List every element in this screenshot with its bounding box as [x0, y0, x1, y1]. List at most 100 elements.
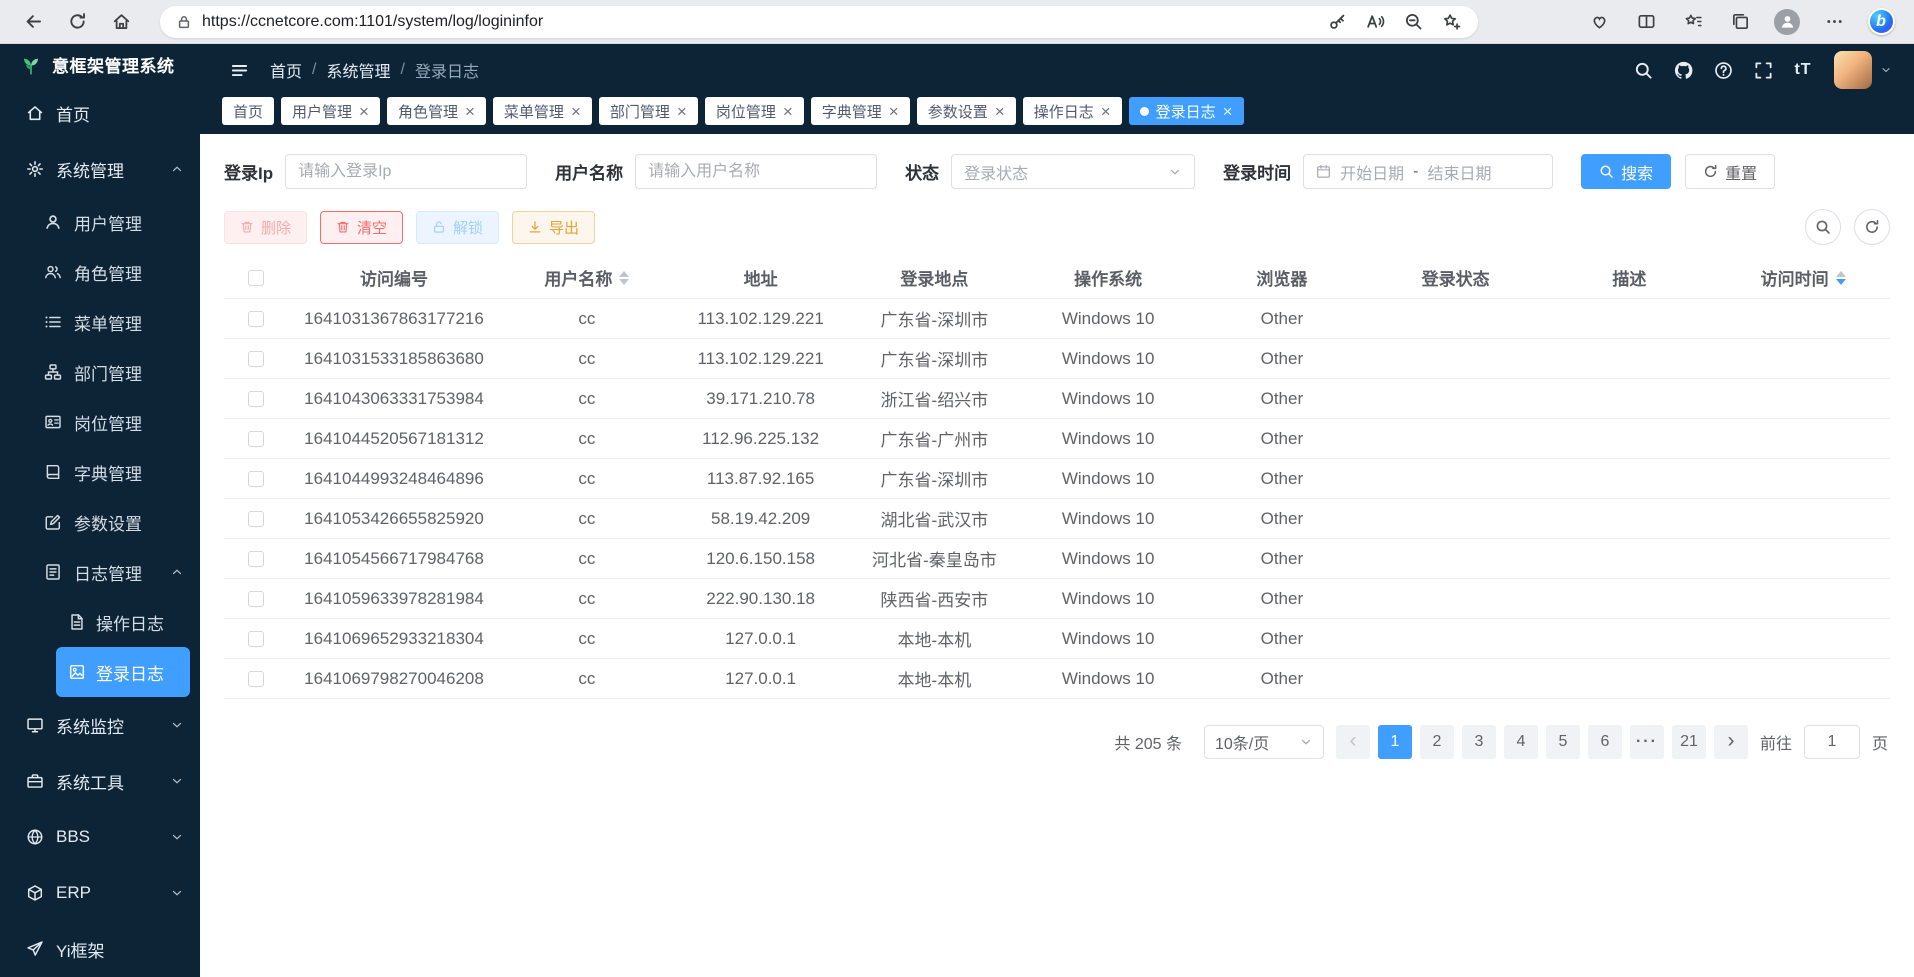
- sort-carets-icon[interactable]: [619, 271, 629, 285]
- github-icon[interactable]: [1666, 53, 1700, 87]
- unlock-button[interactable]: 解锁: [416, 211, 499, 244]
- sidebar-item-login-log[interactable]: 登录日志: [56, 647, 190, 697]
- profile-avatar[interactable]: [1770, 5, 1804, 39]
- tab-close-icon[interactable]: ×: [783, 103, 793, 120]
- tab-item-0[interactable]: 首页: [222, 97, 274, 125]
- tab-close-icon[interactable]: ×: [1101, 103, 1111, 120]
- reset-button[interactable]: 重置: [1685, 154, 1775, 189]
- sidebar-item-system-monitor[interactable]: 系统监控: [0, 697, 200, 753]
- tab-item-2[interactable]: 角色管理×: [387, 97, 486, 125]
- zoom-out-icon[interactable]: [1398, 7, 1428, 37]
- row-checkbox[interactable]: [248, 511, 264, 527]
- pager-page-6[interactable]: 6: [1588, 725, 1622, 759]
- tab-item-6[interactable]: 字典管理×: [811, 97, 910, 125]
- help-icon[interactable]: [1706, 53, 1740, 87]
- refresh-button[interactable]: [60, 5, 94, 39]
- sidebar-item-menu-mgmt[interactable]: 菜单管理: [0, 297, 200, 347]
- sidebar-item-dict-mgmt[interactable]: 字典管理: [0, 447, 200, 497]
- toggle-search-button[interactable]: [1805, 209, 1841, 245]
- sidebar-item-param-settings[interactable]: 参数设置: [0, 497, 200, 547]
- row-checkbox[interactable]: [248, 351, 264, 367]
- font-size-icon[interactable]: tT: [1786, 53, 1820, 87]
- row-checkbox[interactable]: [248, 391, 264, 407]
- sidebar-item-system-mgmt[interactable]: 系统管理: [0, 141, 200, 197]
- sidebar-item-dept-mgmt[interactable]: 部门管理: [0, 347, 200, 397]
- breadcrumb-system-mgmt[interactable]: 系统管理: [326, 58, 390, 82]
- fullscreen-icon[interactable]: [1746, 53, 1780, 87]
- select-all-checkbox[interactable]: [248, 270, 264, 286]
- search-button[interactable]: 搜索: [1581, 154, 1671, 189]
- pager-page-4[interactable]: 4: [1504, 725, 1538, 759]
- sidebar-item-bbs[interactable]: BBS: [0, 809, 200, 865]
- breadcrumb-home[interactable]: 首页: [270, 58, 302, 82]
- sort-carets-icon[interactable]: [1836, 271, 1846, 285]
- pager-page-21[interactable]: 21: [1672, 725, 1706, 759]
- user-avatar[interactable]: [1834, 51, 1872, 89]
- favorites-icon[interactable]: [1676, 5, 1710, 39]
- pager-page-3[interactable]: 3: [1462, 725, 1496, 759]
- sidebar-toggle-icon[interactable]: [222, 53, 256, 87]
- username-input[interactable]: [635, 154, 877, 189]
- sidebar-item-post-mgmt[interactable]: 岗位管理: [0, 397, 200, 447]
- pager-page-1[interactable]: 1: [1378, 725, 1412, 759]
- tab-item-1[interactable]: 用户管理×: [281, 97, 380, 125]
- sidebar-item-role-mgmt[interactable]: 角色管理: [0, 247, 200, 297]
- sidebar-item-yi-framework[interactable]: Yi框架: [0, 921, 200, 977]
- sidebar-item-operation-log[interactable]: 操作日志: [56, 597, 190, 647]
- pager-more-icon[interactable]: ···: [1630, 725, 1664, 759]
- export-button[interactable]: 导出: [512, 211, 595, 244]
- goto-input[interactable]: [1804, 725, 1860, 759]
- row-checkbox[interactable]: [248, 671, 264, 687]
- read-aloud-icon[interactable]: [1360, 7, 1390, 37]
- column-header[interactable]: 访问时间: [1716, 265, 1890, 290]
- pager-page-5[interactable]: 5: [1546, 725, 1580, 759]
- tab-item-3[interactable]: 菜单管理×: [493, 97, 592, 125]
- sidebar-item-system-tools[interactable]: 系统工具: [0, 753, 200, 809]
- row-checkbox[interactable]: [248, 631, 264, 647]
- browser-menu-icon[interactable]: [1817, 5, 1851, 39]
- sidebar-item-erp[interactable]: ERP: [0, 865, 200, 921]
- search-icon[interactable]: [1626, 53, 1660, 87]
- password-key-icon[interactable]: [1322, 7, 1352, 37]
- sidebar-item-log-mgmt[interactable]: 日志管理: [0, 547, 200, 597]
- tab-item-8[interactable]: 操作日志×: [1023, 97, 1122, 125]
- tab-close-icon[interactable]: ×: [571, 103, 581, 120]
- pager-prev-icon[interactable]: ‹: [1336, 725, 1370, 759]
- copilot-icon[interactable]: b: [1864, 5, 1898, 39]
- tab-close-icon[interactable]: ×: [465, 103, 475, 120]
- browser-essentials-icon[interactable]: [1582, 5, 1616, 39]
- row-checkbox[interactable]: [248, 591, 264, 607]
- date-range-picker[interactable]: 开始日期 - 结束日期: [1303, 154, 1553, 189]
- login-ip-input[interactable]: [285, 154, 527, 189]
- split-screen-icon[interactable]: [1629, 5, 1663, 39]
- pager-next-icon[interactable]: ›: [1714, 725, 1748, 759]
- site-info-icon[interactable]: [176, 14, 192, 30]
- collections-icon[interactable]: [1723, 5, 1757, 39]
- sidebar-item-user-mgmt[interactable]: 用户管理: [0, 197, 200, 247]
- page-size-select[interactable]: 10条/页: [1204, 725, 1324, 759]
- tab-item-4[interactable]: 部门管理×: [599, 97, 698, 125]
- home-button[interactable]: [104, 5, 138, 39]
- tab-item-9[interactable]: 登录日志×: [1129, 97, 1244, 125]
- tab-close-icon[interactable]: ×: [995, 103, 1005, 120]
- tab-close-icon[interactable]: ×: [1223, 103, 1233, 120]
- tab-item-7[interactable]: 参数设置×: [917, 97, 1016, 125]
- clear-button[interactable]: 清空: [320, 211, 403, 244]
- address-bar[interactable]: https://ccnetcore.com:1101/system/log/lo…: [160, 6, 1478, 38]
- sidebar-item-home[interactable]: 首页: [0, 85, 200, 141]
- tab-item-5[interactable]: 岗位管理×: [705, 97, 804, 125]
- pager-page-2[interactable]: 2: [1420, 725, 1454, 759]
- add-favorite-icon[interactable]: [1436, 7, 1466, 37]
- status-select[interactable]: 登录状态: [951, 154, 1195, 189]
- column-header[interactable]: 用户名称: [500, 265, 674, 290]
- row-checkbox[interactable]: [248, 551, 264, 567]
- row-checkbox[interactable]: [248, 311, 264, 327]
- tab-close-icon[interactable]: ×: [889, 103, 899, 120]
- row-checkbox[interactable]: [248, 431, 264, 447]
- delete-button[interactable]: 删除: [224, 211, 307, 244]
- row-checkbox[interactable]: [248, 471, 264, 487]
- tab-close-icon[interactable]: ×: [359, 103, 369, 120]
- back-button[interactable]: [16, 5, 50, 39]
- refresh-table-button[interactable]: [1854, 209, 1890, 245]
- tab-close-icon[interactable]: ×: [677, 103, 687, 120]
